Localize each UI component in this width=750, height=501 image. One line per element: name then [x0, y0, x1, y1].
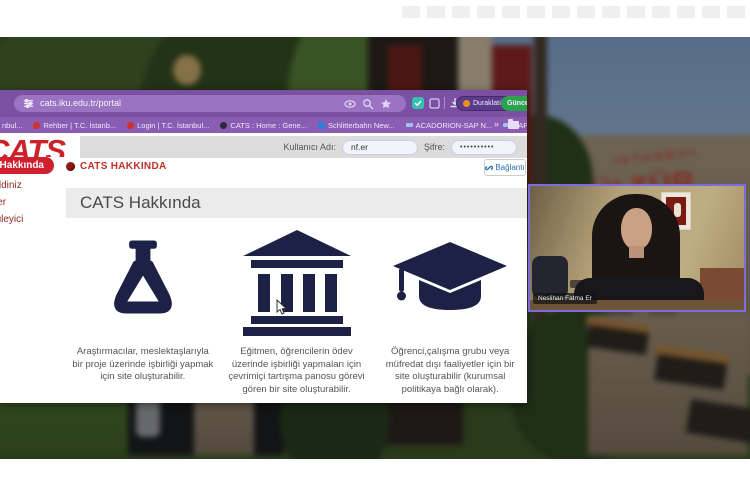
sidebar-item-hakkinda[interactable]: Hakkında	[0, 157, 54, 174]
toolbar-divider	[444, 97, 445, 109]
bookmarks-bar: nbul... Rehber | T.C. İstanb... Login | …	[0, 117, 527, 133]
extension-icon[interactable]	[429, 97, 440, 109]
participant-name-badge: Neslihan Fatma Er	[533, 293, 597, 304]
link-icon	[485, 164, 493, 172]
graduation-cap-icon	[389, 240, 511, 326]
bookmark-item[interactable]: nbul...	[2, 121, 22, 130]
checkmark-icon[interactable]	[412, 97, 424, 109]
favicon	[220, 122, 227, 129]
feature-column-student: Öğrenci,çalışma grubu veya müfredat dışı…	[373, 226, 527, 396]
person-face	[621, 208, 652, 250]
bank-icon	[241, 230, 353, 336]
bookmark-star-icon[interactable]	[380, 98, 392, 110]
connect-label: Bağlantı	[495, 163, 524, 172]
search-icon[interactable]	[362, 98, 374, 110]
password-label: Şifre:	[424, 142, 445, 152]
url-text: cats.iku.edu.tr/portal	[40, 98, 121, 108]
page-title-panel: CATS Hakkında	[66, 188, 527, 218]
bookmark-item[interactable]: ACADORION-SAP N...	[406, 121, 493, 130]
flask-icon	[106, 237, 180, 329]
connect-button[interactable]: Bağlantı	[484, 159, 526, 176]
sidebar: Hakkında Hoş Geldiniz Özellikler Görüntü…	[0, 157, 64, 403]
login-bar: Kullanıcı Adı: nf.er Şifre: ••••••••••	[80, 136, 527, 158]
username-label: Kullanıcı Adı:	[283, 142, 336, 152]
webcam-video-tile[interactable]: Neslihan Fatma Er	[528, 184, 746, 312]
favicon	[33, 122, 40, 129]
bookmark-item[interactable]: Login | T.C. İstanbul...	[127, 121, 209, 130]
bookmark-item[interactable]: Schlitterbahn New...	[318, 121, 395, 130]
favicon	[127, 122, 134, 129]
page-title: CATS Hakkında	[66, 188, 527, 218]
username-input[interactable]: nf.er	[342, 140, 418, 155]
chrome-update-button[interactable]: Güncelle	[501, 96, 527, 111]
other-bookmarks-folder-icon[interactable]	[508, 121, 519, 129]
video-frame: İSTANBUL KÜLTÜR ÜNİVERSİ	[0, 0, 750, 501]
feature-column-teaching: Eğitmen, öğrencilerin ödev üzerinde işbi…	[220, 226, 374, 396]
extension-badge-icon	[463, 100, 470, 107]
bookmarks-overflow-chevron[interactable]: »	[494, 119, 499, 129]
url-field[interactable]: cats.iku.edu.tr/portal	[14, 95, 406, 112]
feature-text: Öğrenci,çalışma grubu veya müfredat dışı…	[379, 346, 521, 396]
page-toolbar: CATS HAKKINDA	[66, 161, 167, 172]
favicon	[406, 123, 413, 127]
tune-icon[interactable]	[23, 98, 34, 109]
browser-window: cats.iku.edu.tr/portal Duraklatıldı Günc…	[0, 90, 527, 403]
feature-text: Araştırmacılar, meslektaşlarıyla bir pro…	[72, 346, 214, 384]
update-label: Güncelle	[507, 100, 527, 107]
cats-portal-page: Kullanıcı Adı: nf.er Şifre: •••••••••• C…	[0, 133, 527, 403]
radiator	[700, 268, 744, 302]
feature-text: Eğitmen, öğrencilerin ödev üzerinde işbi…	[226, 346, 368, 396]
password-input[interactable]: ••••••••••	[451, 140, 517, 155]
eye-icon[interactable]	[344, 98, 356, 110]
mouse-cursor	[276, 299, 288, 315]
person-neck	[629, 246, 644, 258]
address-bar: cats.iku.edu.tr/portal Duraklatıldı Günc…	[0, 90, 527, 117]
backpack	[532, 256, 568, 298]
tool-icon	[66, 162, 75, 171]
bookmark-item[interactable]: Rehber | T.C. İstanb...	[33, 121, 116, 130]
bookmark-item[interactable]: CATS : Home : Gene...	[220, 121, 307, 130]
feature-column-research: Araştırmacılar, meslektaşlarıyla bir pro…	[66, 226, 220, 396]
feature-columns: Araştırmacılar, meslektaşlarıyla bir pro…	[66, 226, 527, 396]
favicon	[318, 122, 325, 129]
toolbar-title-text: CATS HAKKINDA	[80, 161, 167, 172]
